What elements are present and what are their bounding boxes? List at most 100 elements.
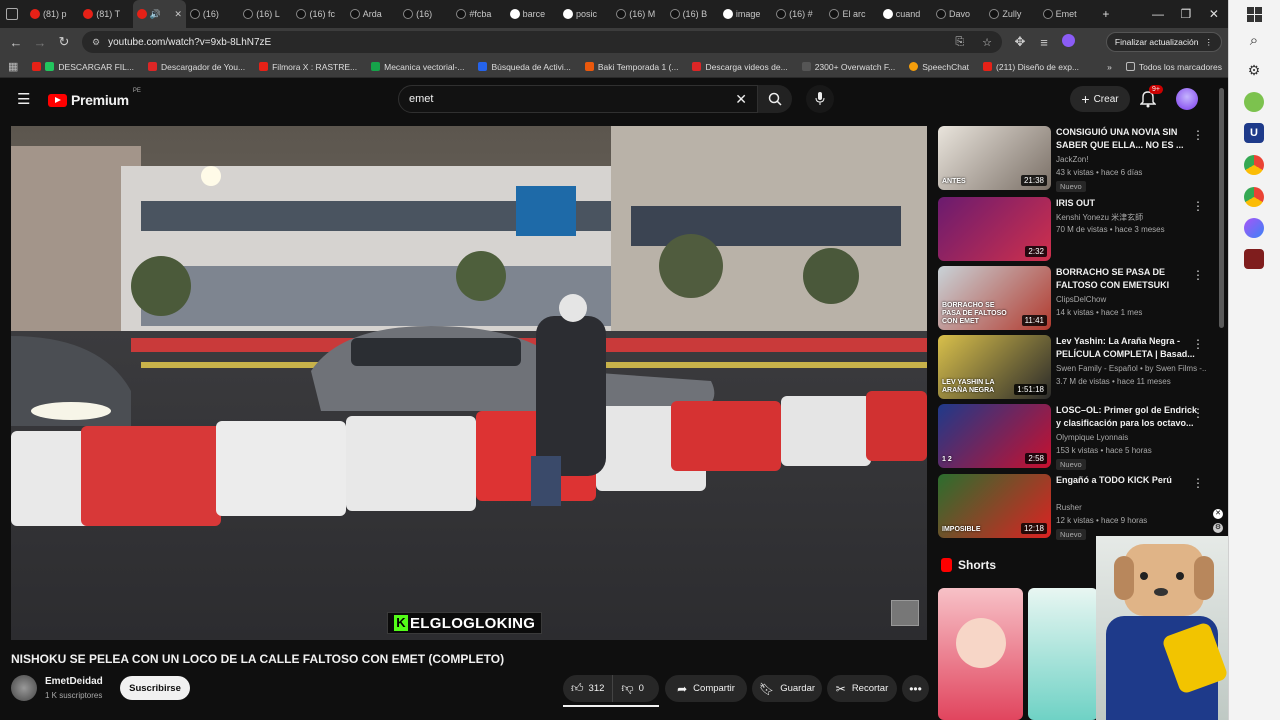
bookmark-item[interactable]: Descargador de You...	[147, 62, 245, 72]
tab[interactable]: #fcba	[452, 0, 505, 28]
channel-name[interactable]: Kenshi Yonezu 米津玄師	[1056, 212, 1206, 223]
channel-name[interactable]: JackZon!	[1056, 155, 1206, 164]
video-thumbnail[interactable]: IMPOSIBLE 12:18	[938, 474, 1051, 538]
short-thumbnail[interactable]	[1028, 588, 1098, 720]
tab[interactable]: posic	[559, 0, 612, 28]
tab[interactable]: El arc	[825, 0, 878, 28]
bookmark-item[interactable]: DESCARGAR FIL...	[32, 62, 134, 72]
clear-search-icon[interactable]: ✕	[735, 91, 747, 108]
site-info-icon[interactable]: ⚙	[92, 37, 100, 48]
clip-button[interactable]: ✂ Recortar	[827, 675, 897, 702]
overlay-settings-icon[interactable]: ⚙	[1213, 523, 1223, 533]
channel-avatar[interactable]	[11, 675, 37, 701]
video-title[interactable]: IRIS OUT	[1056, 197, 1202, 210]
recommended-video[interactable]: 1 2 2:58 LOSC–OL: Primer gol de Endrick y …	[938, 404, 1218, 470]
more-actions-button[interactable]: •••	[902, 675, 929, 702]
tab[interactable]: image	[719, 0, 772, 28]
recommended-video[interactable]: IMPOSIBLE 12:18 Engañó a TODO KICK Perú Rus…	[938, 474, 1218, 540]
search-input[interactable]: emet ✕	[398, 85, 758, 113]
tab[interactable]: (16) fc	[292, 0, 345, 28]
forward-icon[interactable]: →	[28, 35, 52, 50]
video-thumbnail[interactable]: LEV YASHIN LA ARAÑA NEGRA 1:51:18	[938, 335, 1051, 399]
like-button[interactable]: 👍︎ 312	[563, 675, 614, 702]
video-thumbnail[interactable]: BORRACHO SE PASA DE FALTOSO CON EMET 11:4…	[938, 266, 1051, 330]
messenger-icon[interactable]	[1244, 218, 1264, 238]
youtube-logo[interactable]: Premium PE	[48, 88, 141, 108]
audio-icon[interactable]: 🔊	[150, 9, 161, 20]
short-thumbnail[interactable]	[938, 588, 1023, 720]
recommended-video[interactable]: LEV YASHIN LA ARAÑA NEGRA 1:51:18 Lev Yash…	[938, 335, 1218, 399]
recommended-video[interactable]: ANTES 21:38 CONSIGUIÓ UNA NOVIA SIN SABER …	[938, 126, 1218, 192]
apps-grid-icon[interactable]: ▦	[8, 60, 18, 73]
share-button[interactable]: ➦ Compartir	[665, 675, 747, 702]
create-button[interactable]: + Crear	[1070, 86, 1130, 112]
back-icon[interactable]: ←	[4, 35, 28, 50]
channel-name[interactable]: Olympique Lyonnais	[1056, 433, 1206, 442]
chrome-icon[interactable]	[1244, 187, 1264, 207]
video-title[interactable]: CONSIGUIÓ UNA NOVIA SIN SABER QUE ELLA..…	[1056, 126, 1202, 151]
channel-name[interactable]: EmetDeidad	[45, 676, 103, 687]
tab[interactable]: (16) L	[239, 0, 292, 28]
more-vert-icon[interactable]: ⋮	[1192, 337, 1204, 351]
settings-gear-icon[interactable]: ⚙	[1244, 60, 1264, 80]
bookmark-item[interactable]: Mecanica vectorial-...	[371, 62, 464, 72]
video-title[interactable]: BORRACHO SE PASA DE FALTOSO CON EMETSUKI	[1056, 266, 1202, 291]
video-thumbnail[interactable]: ANTES 21:38	[938, 126, 1051, 190]
page-scrollbar[interactable]	[1219, 88, 1224, 328]
tab-search-icon[interactable]	[6, 8, 18, 20]
channel-name[interactable]: ClipsDelChow	[1056, 295, 1206, 304]
dislike-button[interactable]: 👎︎ 0	[613, 681, 651, 696]
android-app-icon[interactable]	[1244, 92, 1264, 112]
video-thumbnail[interactable]: 1 2 2:58	[938, 404, 1051, 468]
channel-name[interactable]: Swen Family - Español • by Swen Films -.…	[1056, 364, 1206, 373]
bookmark-item[interactable]: Baki Temporada 1 (...	[584, 62, 678, 72]
video-title[interactable]: Engañó a TODO KICK Perú	[1056, 474, 1202, 487]
more-vert-icon[interactable]: ⋮	[1192, 406, 1204, 420]
tab[interactable]: (16)	[399, 0, 452, 28]
address-bar[interactable]: ⚙ youtube.com/watch?v=9xb-8LhN7zE ⎘ ☆	[82, 31, 1002, 53]
channel-name[interactable]: Rusher	[1056, 503, 1206, 512]
search-icon[interactable]: ⌕	[1244, 30, 1264, 50]
bookmark-item[interactable]: (211) Diseño de exp...	[983, 62, 1079, 72]
voice-search-button[interactable]	[806, 85, 834, 113]
extensions-icon[interactable]: ✥	[1008, 34, 1032, 50]
hamburger-menu-icon[interactable]: ☰	[17, 90, 30, 108]
tab[interactable]: (81) p	[26, 0, 79, 28]
avatar[interactable]	[1176, 88, 1198, 110]
tab[interactable]: (16) B	[666, 0, 719, 28]
url-text[interactable]: youtube.com/watch?v=9xb-8LhN7zE	[108, 37, 271, 48]
minimize-button[interactable]: —	[1144, 7, 1172, 21]
app-icon[interactable]	[1244, 249, 1264, 269]
reload-icon[interactable]: ↻	[52, 34, 76, 50]
bookmark-item[interactable]: SpeechChat	[909, 62, 969, 72]
tab[interactable]: (16)	[186, 0, 239, 28]
more-vert-icon[interactable]: ⋮	[1192, 268, 1204, 282]
close-window-button[interactable]: ✕	[1200, 7, 1228, 21]
tab[interactable]: Emet	[1039, 0, 1092, 28]
finish-update-button[interactable]: Finalizar actualización ⋮	[1105, 32, 1222, 52]
recommended-video[interactable]: 2:32 IRIS OUT Kenshi Yonezu 米津玄師 70 M de vi…	[938, 197, 1218, 261]
more-vert-icon[interactable]: ⋮	[1192, 199, 1204, 213]
video-thumbnail[interactable]: 2:32	[938, 197, 1051, 261]
tab[interactable]: Davo	[932, 0, 985, 28]
bookmark-star-icon[interactable]: ☆	[982, 36, 992, 49]
video-title[interactable]: Lev Yashin: La Araña Negra - PELÍCULA CO…	[1056, 335, 1202, 360]
video-player[interactable]: K ELGLOGLOKING	[11, 126, 927, 640]
subscribe-button[interactable]: Suscribirse	[120, 676, 190, 700]
close-overlay-icon[interactable]: ✕	[1213, 509, 1223, 519]
tab[interactable]: (16) M	[612, 0, 665, 28]
video-title[interactable]: LOSC–OL: Primer gol de Endrick y clasifi…	[1056, 404, 1202, 429]
tab-close-icon[interactable]: ✕	[174, 9, 182, 20]
media-controls-icon[interactable]: ≡	[1032, 35, 1056, 50]
install-app-icon[interactable]: ⎘	[955, 36, 964, 49]
windows-start-icon[interactable]	[1244, 4, 1264, 24]
tab-active[interactable]: 🔊 ✕	[132, 0, 186, 28]
recommended-video[interactable]: BORRACHO SE PASA DE FALTOSO CON EMET 11:4…	[938, 266, 1218, 330]
tab[interactable]: Zully	[985, 0, 1038, 28]
chrome-icon[interactable]	[1244, 155, 1264, 175]
bookmark-item[interactable]: Filmora X : RASTRE...	[259, 62, 357, 72]
tab[interactable]: (16) #	[772, 0, 825, 28]
search-button[interactable]	[758, 85, 792, 113]
bookmark-item[interactable]: Descarga videos de...	[692, 62, 788, 72]
restore-button[interactable]: ❐	[1172, 7, 1200, 21]
